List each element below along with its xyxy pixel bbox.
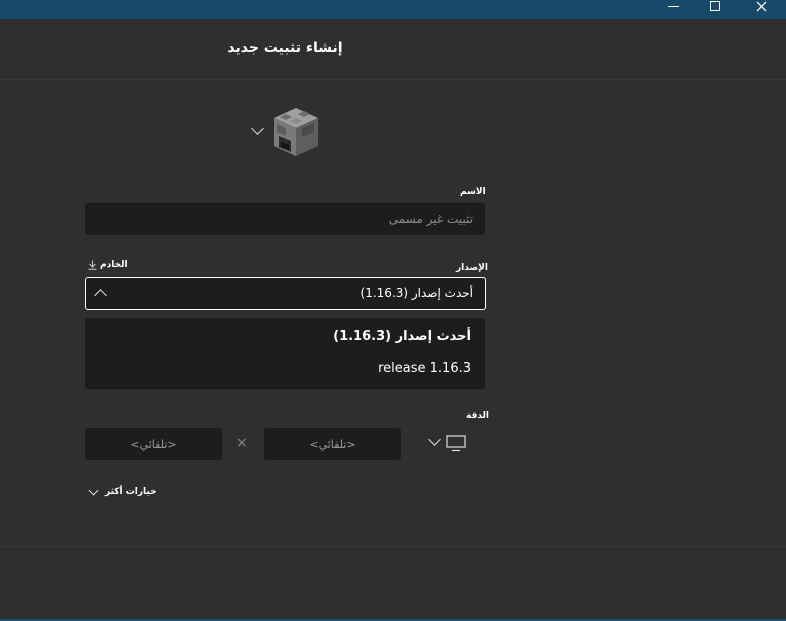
server-label: الخادم — [100, 260, 128, 270]
version-option[interactable]: release 1.16.3 — [378, 361, 471, 376]
maximize-icon[interactable] — [704, 0, 726, 12]
server-download-link[interactable]: الخادم — [88, 260, 128, 270]
version-option[interactable]: أحدث إصدار (1.16.3) — [333, 329, 471, 344]
resolution-height-input[interactable]: <تلقائي> — [85, 428, 222, 460]
more-options-toggle[interactable]: خيارات أكثر — [88, 485, 157, 497]
resolution-separator: × — [236, 435, 248, 451]
title-bar — [0, 0, 786, 19]
name-label: الاسم — [460, 187, 486, 197]
version-dropdown: أحدث إصدار (1.16.3) release 1.16.3 — [85, 318, 485, 389]
page-title: إنشاء تثبيت جديد — [227, 40, 343, 56]
download-icon — [88, 260, 97, 270]
minimize-icon[interactable] — [662, 0, 684, 12]
more-options-label: خيارات أكثر — [105, 487, 157, 497]
chevron-down-icon — [428, 433, 441, 446]
close-icon[interactable] — [750, 0, 772, 12]
monitor-icon — [446, 435, 466, 452]
footer-divider — [0, 546, 786, 547]
resolution-preset-picker[interactable] — [426, 432, 468, 454]
furnace-icon — [274, 108, 318, 156]
version-selected-value: أحدث إصدار (1.16.3) — [360, 286, 473, 300]
resolution-width-input[interactable]: <تلقائي> — [264, 428, 401, 460]
name-input[interactable] — [85, 203, 485, 235]
chevron-down-icon — [88, 485, 99, 496]
installation-icon-picker[interactable] — [246, 104, 322, 160]
chevron-down-icon — [251, 122, 264, 135]
version-select[interactable]: أحدث إصدار (1.16.3) — [85, 277, 486, 310]
resolution-label: الدقة — [466, 411, 490, 421]
dialog-header: إنشاء تثبيت جديد — [0, 19, 786, 80]
version-label: الإصدار — [456, 263, 488, 273]
chevron-up-icon — [94, 289, 107, 302]
